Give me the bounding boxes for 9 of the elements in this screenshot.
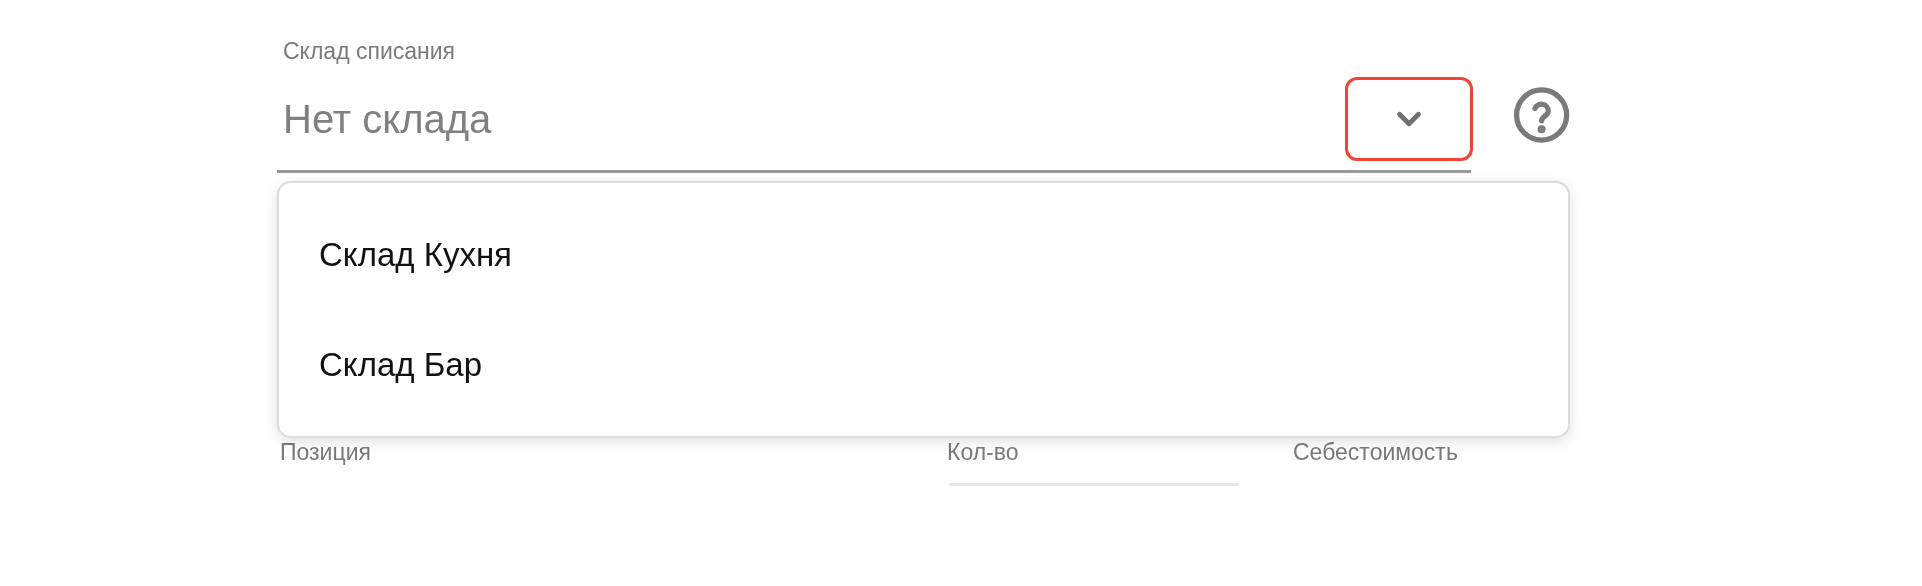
menu-item[interactable]: Склад Бар [319, 329, 1528, 400]
warehouse-select[interactable]: Нет склада [277, 68, 1471, 173]
dropdown-toggle-button[interactable] [1344, 77, 1473, 161]
menu-item[interactable]: Склад Кухня [319, 219, 1528, 290]
column-header: Позиция [280, 437, 372, 467]
column-header: Кол-во [947, 437, 1020, 467]
column-header: Себестоимость [1293, 437, 1458, 467]
field-label: Склад списания [282, 37, 457, 66]
select-input[interactable]: Нет склада [277, 89, 1345, 149]
